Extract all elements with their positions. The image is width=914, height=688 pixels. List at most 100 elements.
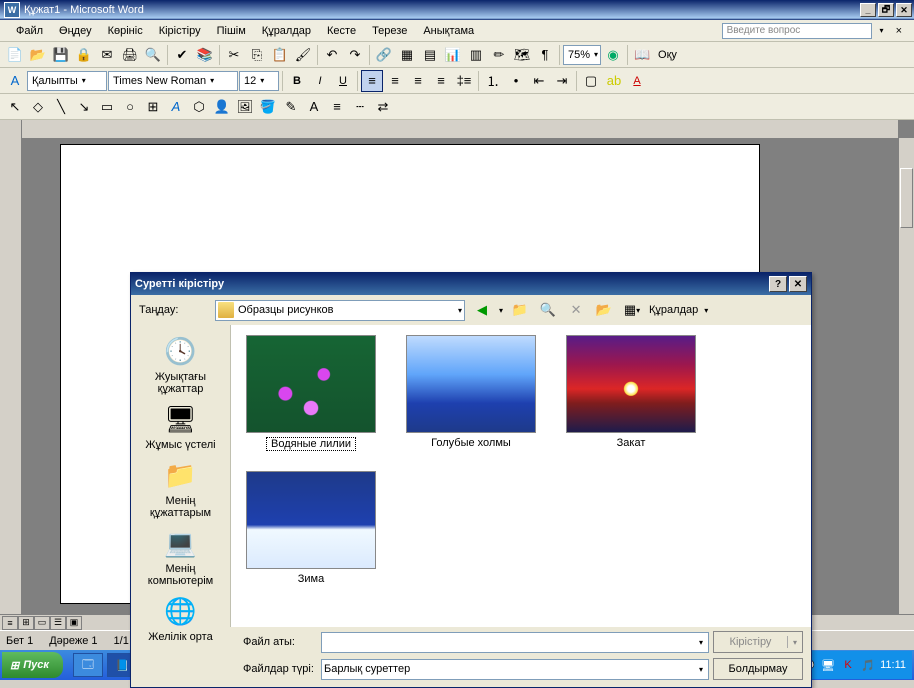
draw-diagram-icon[interactable]: ⬡: [188, 96, 210, 118]
draw-linecolor-icon[interactable]: ✎: [280, 96, 302, 118]
view-reading-icon[interactable]: ▣: [66, 616, 82, 630]
close-help-icon[interactable]: ×: [892, 25, 906, 37]
print-icon[interactable]: 🖨: [119, 44, 141, 66]
tables-borders-icon[interactable]: ▦: [396, 44, 418, 66]
draw-autoshapes-icon[interactable]: ◇: [27, 96, 49, 118]
underline-icon[interactable]: U: [332, 70, 354, 92]
dialog-close-button[interactable]: ✕: [789, 276, 807, 292]
save-icon[interactable]: 💾: [50, 44, 72, 66]
draw-dashstyle-icon[interactable]: ┄: [349, 96, 371, 118]
cut-icon[interactable]: ✂: [223, 44, 245, 66]
open-icon[interactable]: 📂: [27, 44, 49, 66]
help-dropdown-icon[interactable]: ▾: [876, 23, 888, 39]
align-center-icon[interactable]: ≡: [384, 70, 406, 92]
draw-fill-icon[interactable]: 🪣: [257, 96, 279, 118]
up-icon[interactable]: 📁: [509, 299, 531, 321]
menu-edit[interactable]: Өңдеу: [51, 23, 100, 39]
view-normal-icon[interactable]: ≡: [2, 616, 18, 630]
views-icon[interactable]: ▦▾: [621, 299, 643, 321]
highlight-icon[interactable]: ab: [603, 70, 625, 92]
close-button[interactable]: ✕: [896, 3, 912, 17]
font-color-icon[interactable]: A: [626, 70, 648, 92]
styles-icon[interactable]: A: [4, 70, 26, 92]
line-spacing-icon[interactable]: ‡≡: [453, 70, 475, 92]
start-button[interactable]: ⊞ Пуск: [2, 652, 63, 678]
draw-clipart-icon[interactable]: 👤: [211, 96, 233, 118]
columns-icon[interactable]: ▥: [465, 44, 487, 66]
draw-oval-icon[interactable]: ○: [119, 96, 141, 118]
draw-picture-icon[interactable]: 🖼: [234, 96, 256, 118]
indent-icon[interactable]: ⇥: [551, 70, 573, 92]
menu-window[interactable]: Терезе: [364, 23, 415, 39]
redo-icon[interactable]: ↷: [344, 44, 366, 66]
quicklaunch[interactable]: 🗔: [73, 653, 103, 677]
bulleted-list-icon[interactable]: •: [505, 70, 527, 92]
tray-icon[interactable]: 🖥: [820, 657, 836, 673]
format-painter-icon[interactable]: 🖌: [292, 44, 314, 66]
back-icon[interactable]: ◀: [471, 299, 493, 321]
research-icon[interactable]: 📚: [194, 44, 216, 66]
tray-icon[interactable]: 🎵: [860, 657, 876, 673]
italic-icon[interactable]: I: [309, 70, 331, 92]
paste-icon[interactable]: 📋: [269, 44, 291, 66]
lookin-combo[interactable]: Образцы рисунков ▾: [215, 300, 465, 321]
preview-icon[interactable]: 🔍: [142, 44, 164, 66]
draw-arrowstyle-icon[interactable]: ⇄: [372, 96, 394, 118]
file-item[interactable]: Водяные лилии: [241, 335, 381, 451]
menu-view[interactable]: Көрініс: [100, 23, 151, 39]
align-right-icon[interactable]: ≡: [407, 70, 429, 92]
place-desktop[interactable]: 🖥Жұмыс үстелі: [136, 401, 226, 451]
insert-table-icon[interactable]: ▤: [419, 44, 441, 66]
align-justify-icon[interactable]: ≡: [430, 70, 452, 92]
minimize-button[interactable]: _: [860, 3, 876, 17]
align-left-icon[interactable]: ≡: [361, 70, 383, 92]
show-marks-icon[interactable]: ¶: [534, 44, 556, 66]
bold-icon[interactable]: B: [286, 70, 308, 92]
file-list[interactable]: Водяные лилии Голубые холмы Закат Зима: [231, 325, 811, 627]
file-item[interactable]: Зима: [241, 471, 381, 585]
new-folder-icon[interactable]: 📂: [593, 299, 615, 321]
menu-file[interactable]: Файл: [8, 23, 51, 39]
dialog-titlebar[interactable]: Суретті кірістіру ? ✕: [131, 273, 811, 295]
outdent-icon[interactable]: ⇤: [528, 70, 550, 92]
menu-table[interactable]: Кесте: [319, 23, 364, 39]
view-print-icon[interactable]: ▭: [34, 616, 50, 630]
file-item[interactable]: Голубые холмы: [401, 335, 541, 451]
tray-icon[interactable]: K: [840, 657, 856, 673]
ruler-horizontal[interactable]: [22, 120, 898, 138]
place-recent[interactable]: 🕓Жуықтағы құжаттар: [136, 333, 226, 395]
file-item[interactable]: Закат: [561, 335, 701, 451]
help-search-input[interactable]: Введите вопрос: [722, 23, 872, 39]
menu-insert[interactable]: Кірістіру: [151, 23, 209, 39]
mail-icon[interactable]: ✉: [96, 44, 118, 66]
zoom-combo[interactable]: 75%▾: [563, 45, 601, 65]
drawing-icon[interactable]: ✏: [488, 44, 510, 66]
permission-icon[interactable]: 🔒: [73, 44, 95, 66]
view-outline-icon[interactable]: ☰: [50, 616, 66, 630]
read-label[interactable]: Оқу: [654, 49, 681, 61]
cancel-button[interactable]: Болдырмау: [713, 658, 803, 680]
draw-linestyle-icon[interactable]: ≡: [326, 96, 348, 118]
spellcheck-icon[interactable]: ✔: [171, 44, 193, 66]
help-icon[interactable]: ◉: [602, 44, 624, 66]
copy-icon[interactable]: ⎘: [246, 44, 268, 66]
menu-help[interactable]: Анықтама: [415, 23, 482, 39]
place-network[interactable]: 🌐Желілік орта: [136, 593, 226, 643]
numbered-list-icon[interactable]: ⒈: [482, 70, 504, 92]
font-combo[interactable]: Times New Roman▾: [108, 71, 238, 91]
dialog-help-button[interactable]: ?: [769, 276, 787, 292]
doc-map-icon[interactable]: 🗺: [511, 44, 533, 66]
filename-input[interactable]: ▾: [321, 632, 709, 653]
filetype-combo[interactable]: Барлық суреттер▾: [321, 659, 709, 680]
draw-rect-icon[interactable]: ▭: [96, 96, 118, 118]
restore-button[interactable]: 🗗: [878, 3, 894, 17]
hyperlink-icon[interactable]: 🔗: [373, 44, 395, 66]
scrollbar-vertical[interactable]: [898, 138, 914, 614]
size-combo[interactable]: 12▾: [239, 71, 279, 91]
draw-fontcolor-icon[interactable]: A: [303, 96, 325, 118]
style-combo[interactable]: Қалыпты▾: [27, 71, 107, 91]
search-web-icon[interactable]: 🔍: [537, 299, 559, 321]
place-mydocs[interactable]: 📁Менің құжаттарым: [136, 457, 226, 519]
new-icon[interactable]: 📄: [4, 44, 26, 66]
borders-icon[interactable]: ▢: [580, 70, 602, 92]
